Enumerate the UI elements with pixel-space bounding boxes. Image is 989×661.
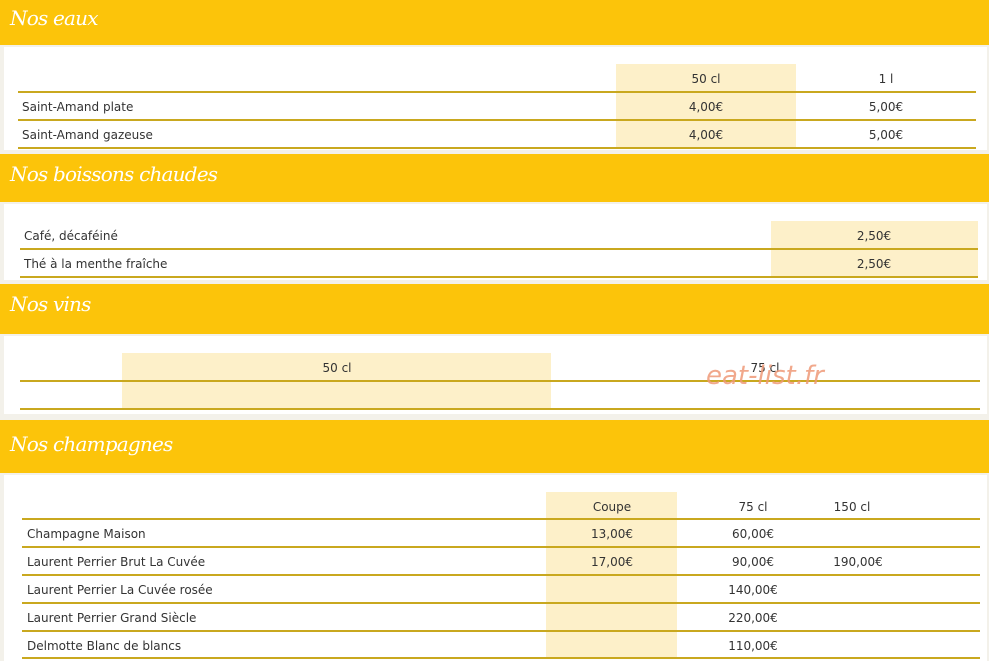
column-header-50cl: 50 cl (691, 72, 721, 86)
row-divider (22, 602, 980, 604)
item-price: 2,50€ (856, 257, 892, 271)
item-price: 4,00€ (688, 128, 724, 142)
item-price: 5,00€ (868, 128, 904, 142)
item-price: 190,00€ (833, 555, 883, 569)
item-price: 140,00€ (728, 583, 778, 597)
item-price: 5,00€ (868, 100, 904, 114)
section-title: Nos eaux (10, 6, 98, 30)
item-price: 17,00€ (591, 555, 633, 569)
row-divider (22, 546, 980, 548)
section-title: Nos vins (10, 292, 91, 316)
column-header-1l: 1 l (878, 72, 894, 86)
watermark: eat-list.fr (706, 361, 824, 391)
item-name: Laurent Perrier La Cuvée rosée (27, 583, 213, 597)
row-divider (20, 248, 978, 250)
section-title: Nos boissons chaudes (10, 162, 218, 186)
item-price: 13,00€ (591, 527, 633, 541)
item-name: Laurent Perrier Grand Siècle (27, 611, 197, 625)
column-header-coupe: Coupe (592, 500, 632, 514)
column-header-50cl: 50 cl (322, 361, 352, 375)
item-name: Thé à la menthe fraîche (24, 257, 168, 271)
item-price: 60,00€ (732, 527, 774, 541)
item-name: Delmotte Blanc de blancs (27, 639, 182, 653)
row-divider (18, 91, 976, 93)
item-name: Champagne Maison (27, 527, 146, 541)
row-divider (22, 630, 980, 632)
section-header-boissons-chaudes: Nos boissons chaudes (0, 154, 989, 202)
row-divider (18, 147, 976, 149)
column-header-75cl: 75 cl (738, 500, 768, 514)
item-name: Laurent Perrier Brut La Cuvée (27, 555, 206, 569)
row-divider (22, 574, 980, 576)
item-price: 4,00€ (688, 100, 724, 114)
item-price: 90,00€ (732, 555, 774, 569)
section-title: Nos champagnes (10, 432, 173, 456)
item-name: Saint-Amand plate (22, 100, 134, 114)
item-price: 2,50€ (856, 229, 892, 243)
section-header-eaux: Nos eaux (0, 0, 989, 45)
row-divider (20, 408, 980, 410)
section-header-champagnes: Nos champagnes (0, 420, 989, 473)
section-header-vins: Nos vins (0, 284, 989, 334)
item-name: Café, décaféiné (24, 229, 118, 243)
column-header-150cl: 150 cl (833, 500, 871, 514)
row-divider (20, 276, 978, 278)
item-price: 110,00€ (728, 639, 778, 653)
item-price: 220,00€ (728, 611, 778, 625)
row-divider (22, 518, 980, 520)
row-divider (20, 380, 980, 382)
item-name: Saint-Amand gazeuse (22, 128, 153, 142)
row-divider (18, 119, 976, 121)
